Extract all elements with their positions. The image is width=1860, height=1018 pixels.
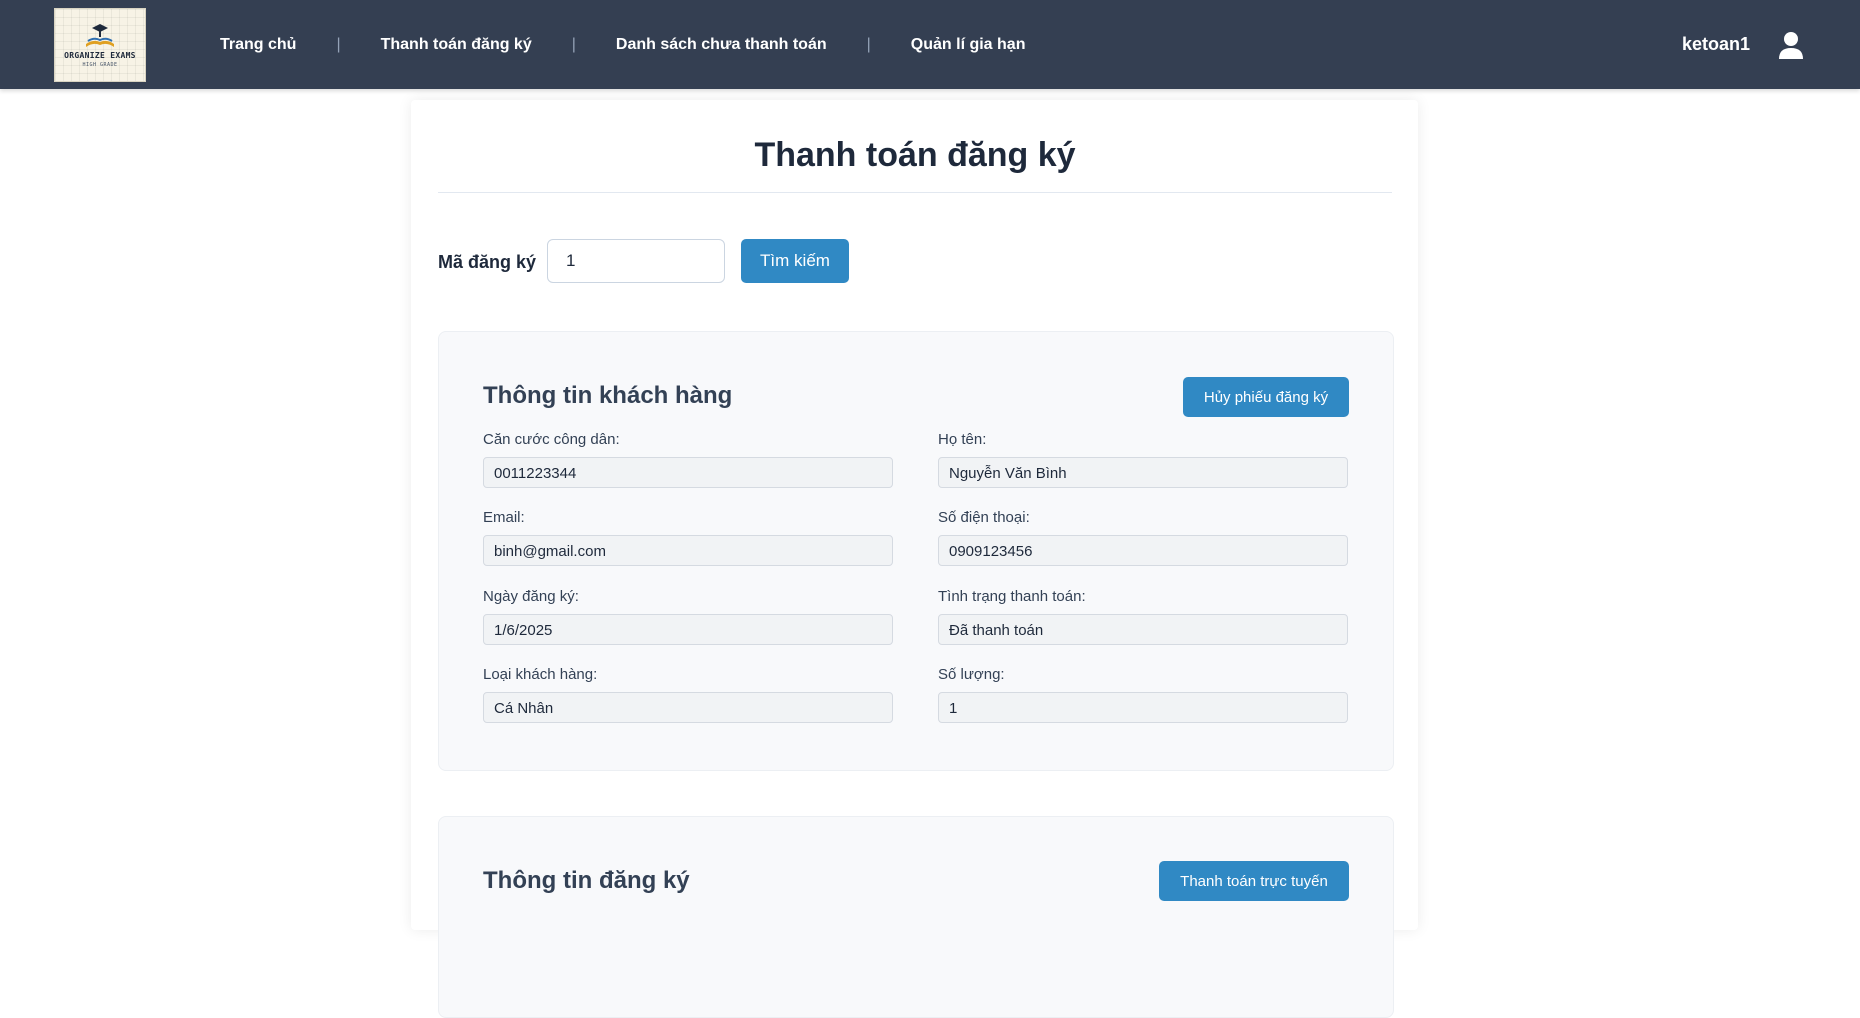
field-label: Loại khách hàng: (483, 666, 598, 683)
main-nav: Trang chủ | Thanh toán đăng ký | Danh sá… (220, 0, 1025, 89)
field-label: Họ tên: (938, 431, 987, 448)
nav-registration-payment[interactable]: Thanh toán đăng ký (381, 36, 532, 54)
field-quantity: Số lượng: 1 (938, 666, 1348, 723)
username[interactable]: ketoan1 (1682, 34, 1750, 55)
logo-text: ORGANIZE EXAMS (64, 51, 136, 60)
field-label: Email: (483, 509, 525, 526)
field-label: Số lượng: (938, 666, 1005, 683)
cancel-registration-button[interactable]: Hủy phiếu đăng ký (1183, 377, 1349, 417)
field-phone: Số điện thoại: 0909123456 (938, 509, 1348, 566)
registration-info-panel: Thông tin đăng ký Thanh toán trực tuyến (438, 816, 1394, 1018)
organize-exams-logo[interactable]: ORGANIZE EXAMS HIGH GRADE (54, 8, 146, 82)
citizen-id-value: 0011223344 (483, 457, 893, 488)
nav-separator: | (866, 35, 871, 53)
payment-status-value: Đã thanh toán (938, 614, 1348, 645)
field-full-name: Họ tên: Nguyễn Văn Bình (938, 431, 1348, 488)
graduation-book-icon (86, 24, 114, 47)
nav-home[interactable]: Trang chủ (220, 36, 296, 54)
nav-renewal-management[interactable]: Quản lí gia hạn (911, 36, 1026, 54)
email-value: binh@gmail.com (483, 535, 893, 566)
field-citizen-id: Căn cước công dân: 0011223344 (483, 431, 893, 488)
registration-date-value: 1/6/2025 (483, 614, 893, 645)
customer-type-value: Cá Nhân (483, 692, 893, 723)
online-payment-button[interactable]: Thanh toán trực tuyến (1159, 861, 1349, 901)
registration-code-input[interactable] (547, 239, 725, 283)
title-divider (438, 192, 1392, 193)
registration-code-label: Mã đăng ký (438, 252, 537, 272)
phone-value: 0909123456 (938, 535, 1348, 566)
search-button[interactable]: Tìm kiếm (741, 239, 849, 283)
field-registration-date: Ngày đăng ký: 1/6/2025 (483, 588, 893, 645)
nav-separator: | (336, 35, 341, 53)
nav-separator: | (571, 35, 576, 53)
page-title: Thanh toán đăng ký (754, 136, 1076, 174)
nav-unpaid-list[interactable]: Danh sách chưa thanh toán (616, 36, 827, 54)
field-customer-type: Loại khách hàng: Cá Nhân (483, 666, 893, 723)
quantity-value: 1 (938, 692, 1348, 723)
customer-info-title: Thông tin khách hàng (483, 382, 733, 409)
field-payment-status: Tình trạng thanh toán: Đã thanh toán (938, 588, 1348, 645)
user-icon[interactable] (1778, 31, 1804, 59)
logo-subtext: HIGH GRADE (82, 62, 118, 68)
field-label: Căn cước công dân: (483, 431, 620, 448)
field-label: Số điện thoại: (938, 509, 1030, 526)
field-label: Tình trạng thanh toán: (938, 588, 1086, 605)
full-name-value: Nguyễn Văn Bình (938, 457, 1348, 488)
payment-card: Thanh toán đăng ký Mã đăng ký Tìm kiếm T… (411, 100, 1418, 1018)
field-label: Ngày đăng ký: (483, 588, 579, 605)
customer-info-panel: Thông tin khách hàng Hủy phiếu đăng ký C… (438, 331, 1394, 771)
registration-info-title: Thông tin đăng ký (483, 867, 690, 894)
top-navbar: ORGANIZE EXAMS HIGH GRADE Trang chủ | Th… (0, 0, 1860, 89)
user-menu: ketoan1 (1682, 0, 1804, 89)
field-email: Email: binh@gmail.com (483, 509, 893, 566)
